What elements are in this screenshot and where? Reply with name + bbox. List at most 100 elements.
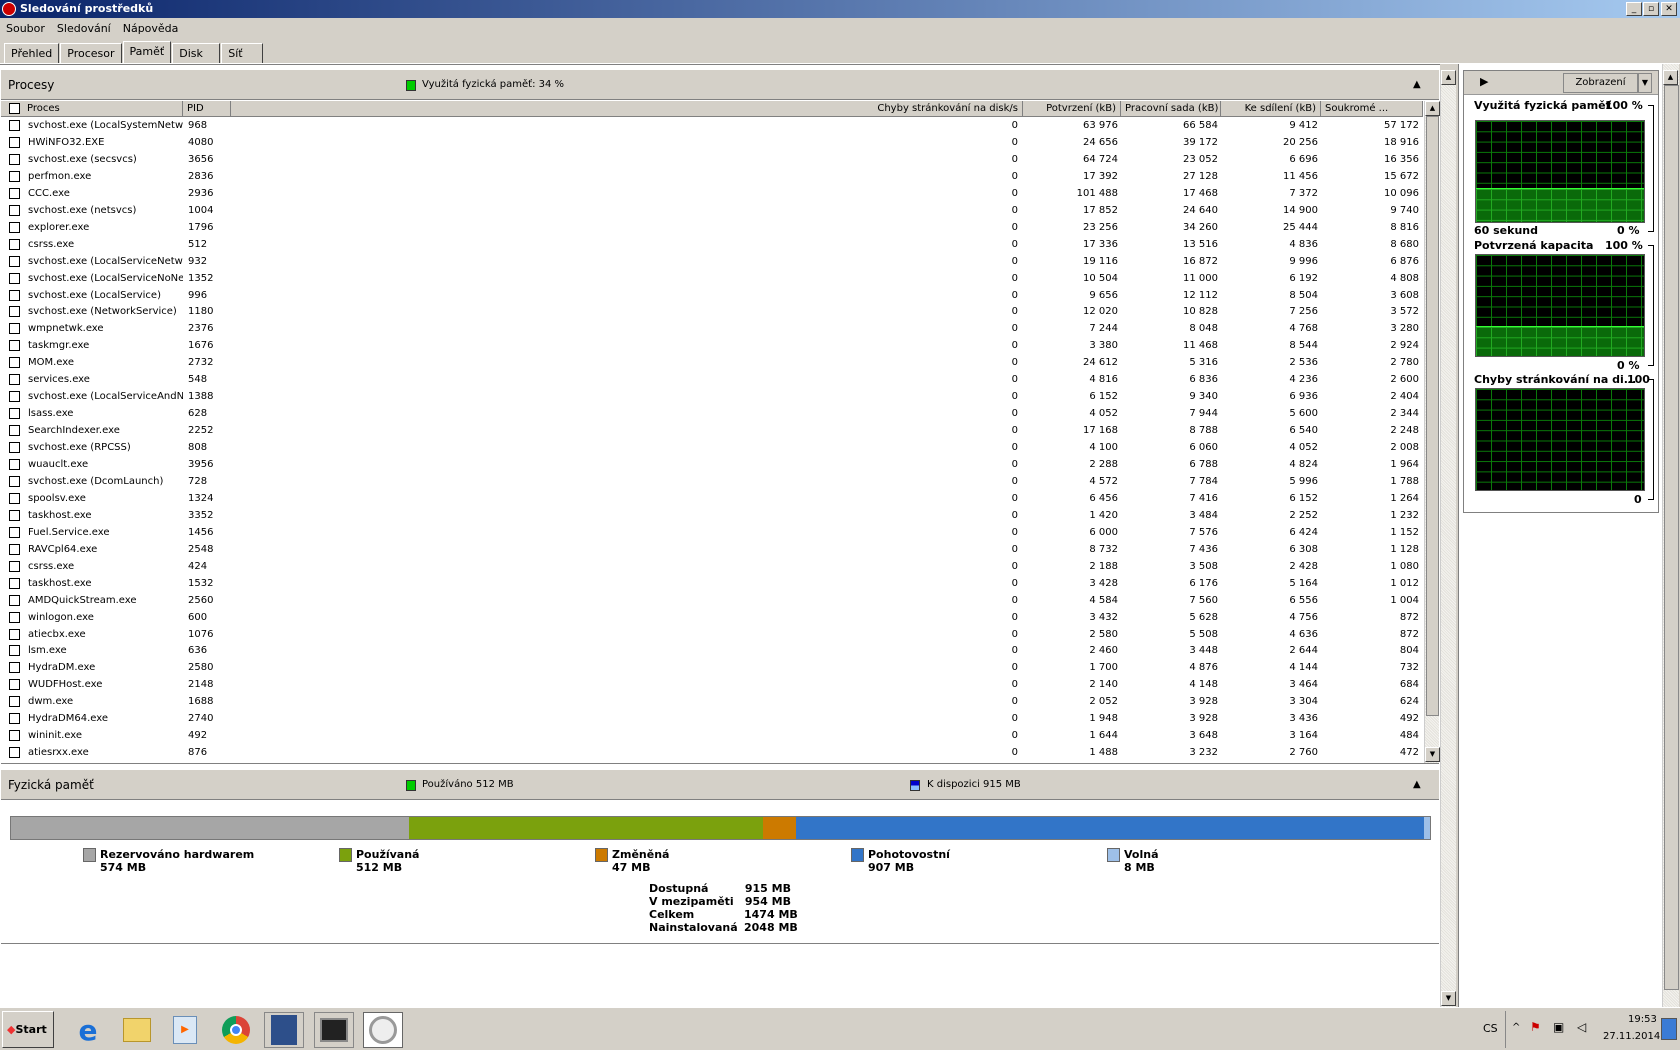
table-row[interactable]: taskmgr.exe 1676 0 3 380 11 468 8 544 2 924 xyxy=(1,337,1423,354)
table-row[interactable]: MOM.exe 2732 0 24 612 5 316 2 536 2 780 xyxy=(1,354,1423,371)
row-checkbox[interactable] xyxy=(9,153,20,165)
select-all-checkbox[interactable] xyxy=(9,103,20,114)
main-scrollbar[interactable]: ▲ ▼ xyxy=(1440,70,1456,1007)
row-checkbox[interactable] xyxy=(9,204,20,216)
col-commit[interactable]: Potvrzení (kB) xyxy=(1023,101,1121,117)
row-checkbox[interactable] xyxy=(9,628,20,640)
col-hard-faults[interactable]: Chyby stránkování na disk/s xyxy=(231,101,1023,117)
row-checkbox[interactable] xyxy=(9,255,20,267)
table-row[interactable]: atiecbx.exe 1076 0 2 580 5 508 4 636 872 xyxy=(1,626,1423,643)
row-checkbox[interactable] xyxy=(9,526,20,538)
graph-scrollbar[interactable]: ▲ xyxy=(1662,64,1679,1007)
scroll-down-icon[interactable]: ▼ xyxy=(1441,991,1456,1006)
row-checkbox[interactable] xyxy=(9,408,20,420)
row-checkbox[interactable] xyxy=(9,594,20,606)
table-row[interactable]: svchost.exe (LocalService) 996 0 9 656 12 11… xyxy=(1,287,1423,304)
row-checkbox[interactable] xyxy=(9,713,20,725)
row-checkbox[interactable] xyxy=(9,442,20,454)
row-checkbox[interactable] xyxy=(9,509,20,521)
minimize-button[interactable]: _ xyxy=(1626,2,1642,16)
menu-soubor[interactable]: Soubor xyxy=(0,22,51,35)
table-row[interactable]: csrss.exe 512 0 17 336 13 516 4 836 8 680 xyxy=(1,236,1423,253)
view-dropdown-icon[interactable]: ▼ xyxy=(1638,73,1652,93)
table-row[interactable]: lsm.exe 636 0 2 460 3 448 2 644 804 xyxy=(1,642,1423,659)
view-button[interactable]: Zobrazení xyxy=(1563,73,1638,93)
table-row[interactable]: wuauclt.exe 3956 0 2 288 6 788 4 824 1 964 xyxy=(1,456,1423,473)
maximize-button[interactable]: ▫ xyxy=(1643,2,1659,16)
close-button[interactable]: ✕ xyxy=(1661,2,1677,16)
row-checkbox[interactable] xyxy=(9,543,20,555)
expand-arrow-icon[interactable]: ▶ xyxy=(1480,75,1488,88)
row-checkbox[interactable] xyxy=(9,459,20,470)
table-row[interactable]: svchost.exe (LocalServiceNetwo... 932 0 19 … xyxy=(1,253,1423,270)
scroll-up-icon[interactable]: ▲ xyxy=(1663,70,1678,85)
row-checkbox[interactable] xyxy=(9,221,20,233)
show-desktop-button[interactable] xyxy=(1661,1018,1677,1040)
internet-explorer-icon[interactable]: e xyxy=(68,1012,108,1048)
processes-header[interactable]: Procesy Využitá fyzická paměť: 34 % ▲ xyxy=(1,70,1439,100)
tab-disk[interactable]: Disk xyxy=(172,43,221,64)
table-row[interactable]: services.exe 548 0 4 816 6 836 4 236 2 600 xyxy=(1,371,1423,388)
menu-sledovani[interactable]: Sledování xyxy=(51,22,117,35)
col-working-set[interactable]: Pracovní sada (kB) xyxy=(1121,101,1221,117)
row-checkbox[interactable] xyxy=(9,679,20,691)
row-checkbox[interactable] xyxy=(9,187,20,199)
table-row[interactable]: SearchIndexer.exe 2252 0 17 168 8 788 6 540 2 … xyxy=(1,422,1423,439)
row-checkbox[interactable] xyxy=(9,136,20,148)
table-row[interactable]: dwm.exe 1688 0 2 052 3 928 3 304 624 xyxy=(1,693,1423,710)
table-row[interactable]: winlogon.exe 600 0 3 432 5 628 4 756 872 xyxy=(1,609,1423,626)
row-checkbox[interactable] xyxy=(9,425,20,437)
language-indicator[interactable]: CS xyxy=(1483,1022,1498,1035)
table-row[interactable]: HydraDM64.exe 2740 0 1 948 3 928 3 436 492 xyxy=(1,710,1423,727)
tab-pamet[interactable]: Paměť xyxy=(122,41,172,65)
row-checkbox[interactable] xyxy=(9,747,20,759)
show-hidden-icons[interactable]: ^ xyxy=(1512,1022,1520,1033)
volume-icon[interactable]: ◁ xyxy=(1577,1020,1586,1034)
clock-time[interactable]: 19:53 xyxy=(1628,1014,1657,1025)
table-row[interactable]: svchost.exe (LocalServiceNoNet... 1352 0 10… xyxy=(1,270,1423,287)
table-row[interactable]: taskhost.exe 3352 0 1 420 3 484 2 252 1 232 xyxy=(1,507,1423,524)
row-checkbox[interactable] xyxy=(9,492,20,504)
row-checkbox[interactable] xyxy=(9,560,20,572)
row-checkbox[interactable] xyxy=(9,238,20,250)
explorer-folder-icon[interactable] xyxy=(117,1012,157,1048)
action-center-icon[interactable]: ⚑ xyxy=(1530,1020,1541,1034)
tab-procesor[interactable]: Procesor xyxy=(60,43,122,64)
collapse-icon[interactable]: ▲ xyxy=(1413,770,1421,800)
row-checkbox[interactable] xyxy=(9,120,20,131)
table-scrollbar[interactable]: ▲ ▼ xyxy=(1424,101,1440,763)
table-row[interactable]: HWiNFO32.EXE 4080 0 24 656 39 172 20 256 18 91… xyxy=(1,134,1423,151)
scroll-down-icon[interactable]: ▼ xyxy=(1425,747,1440,762)
resource-monitor-icon[interactable] xyxy=(363,1012,403,1048)
row-checkbox[interactable] xyxy=(9,170,20,182)
table-row[interactable]: explorer.exe 1796 0 23 256 34 260 25 444 8 816 xyxy=(1,219,1423,236)
table-row[interactable]: CCC.exe 2936 0 101 488 17 468 7 372 10 096 xyxy=(1,185,1423,202)
row-checkbox[interactable] xyxy=(9,662,20,674)
table-row[interactable]: csrss.exe 424 0 2 188 3 508 2 428 1 080 xyxy=(1,558,1423,575)
row-checkbox[interactable] xyxy=(9,475,20,487)
table-row[interactable]: svchost.exe (secsvcs) 3656 0 64 724 23 052 6 … xyxy=(1,151,1423,168)
table-row[interactable]: svchost.exe (netsvcs) 1004 0 17 852 24 640 14… xyxy=(1,202,1423,219)
table-row[interactable]: RAVCpl64.exe 2548 0 8 732 7 436 6 308 1 128 xyxy=(1,541,1423,558)
col-proces[interactable]: Proces xyxy=(23,101,183,117)
col-shareable[interactable]: Ke sdílení (kB) xyxy=(1221,101,1321,117)
table-row[interactable]: wmpnetwk.exe 2376 0 7 244 8 048 4 768 3 280 xyxy=(1,320,1423,337)
network-icon[interactable]: ▣ xyxy=(1553,1020,1564,1034)
media-player-icon[interactable]: ▶ xyxy=(165,1012,205,1048)
collapse-icon[interactable]: ▲ xyxy=(1413,70,1421,100)
row-checkbox[interactable] xyxy=(9,577,20,589)
row-checkbox[interactable] xyxy=(9,272,20,284)
row-checkbox[interactable] xyxy=(9,696,20,708)
row-checkbox[interactable] xyxy=(9,730,20,742)
col-private[interactable]: Soukromé ... xyxy=(1321,101,1423,117)
row-checkbox[interactable] xyxy=(9,340,20,352)
table-row[interactable]: Fuel.Service.exe 1456 0 6 000 7 576 6 424 1 15… xyxy=(1,524,1423,541)
table-row[interactable]: AMDQuickStream.exe 2560 0 4 584 7 560 6 556 1 … xyxy=(1,592,1423,609)
table-row[interactable]: svchost.exe (LocalServiceAndN... 1388 0 6 1… xyxy=(1,388,1423,405)
row-checkbox[interactable] xyxy=(9,391,20,403)
table-row[interactable]: svchost.exe (RPCSS) 808 0 4 100 6 060 4 052 2 … xyxy=(1,439,1423,456)
col-pid[interactable]: PID xyxy=(183,101,231,117)
table-row[interactable]: wininit.exe 492 0 1 644 3 648 3 164 484 xyxy=(1,727,1423,744)
row-checkbox[interactable] xyxy=(9,357,20,369)
scroll-thumb[interactable] xyxy=(1426,116,1439,716)
